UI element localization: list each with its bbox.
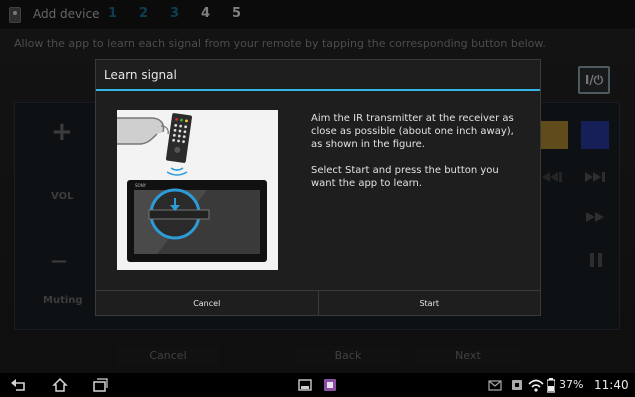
battery-icon [547,378,555,393]
small-app-notes-icon[interactable] [323,377,337,393]
learn-signal-dialog: Learn signal SONY Aim the IR transmitter… [95,59,541,316]
wifi-icon [528,379,544,392]
dialog-text-select: Select Start and press the button you wa… [311,165,499,189]
dialog-title: Learn signal [104,68,177,82]
figure-brand-text: SONY [135,183,147,188]
dialog-title-divider [96,89,540,91]
home-icon[interactable] [52,377,68,393]
recent-apps-icon[interactable] [92,377,108,393]
mail-icon [488,380,502,391]
system-navigation-bar: 37% 11:40 [0,373,635,397]
dialog-text-aim: Aim the IR transmitter at the receiver a… [311,113,514,150]
dialog-cancel-button[interactable]: Cancel [96,291,318,316]
back-icon[interactable] [10,377,28,393]
ir-transmitter-figure: SONY [117,110,278,270]
dialog-button-bar: Cancel Start [96,290,540,316]
clock: 11:40 [594,378,629,392]
usb-icon [512,380,522,390]
battery-percent: 37% [559,378,584,391]
small-app-icon[interactable] [298,377,312,393]
dialog-message: Aim the IR transmitter at the receiver a… [311,112,526,203]
dialog-start-button[interactable]: Start [317,291,541,316]
